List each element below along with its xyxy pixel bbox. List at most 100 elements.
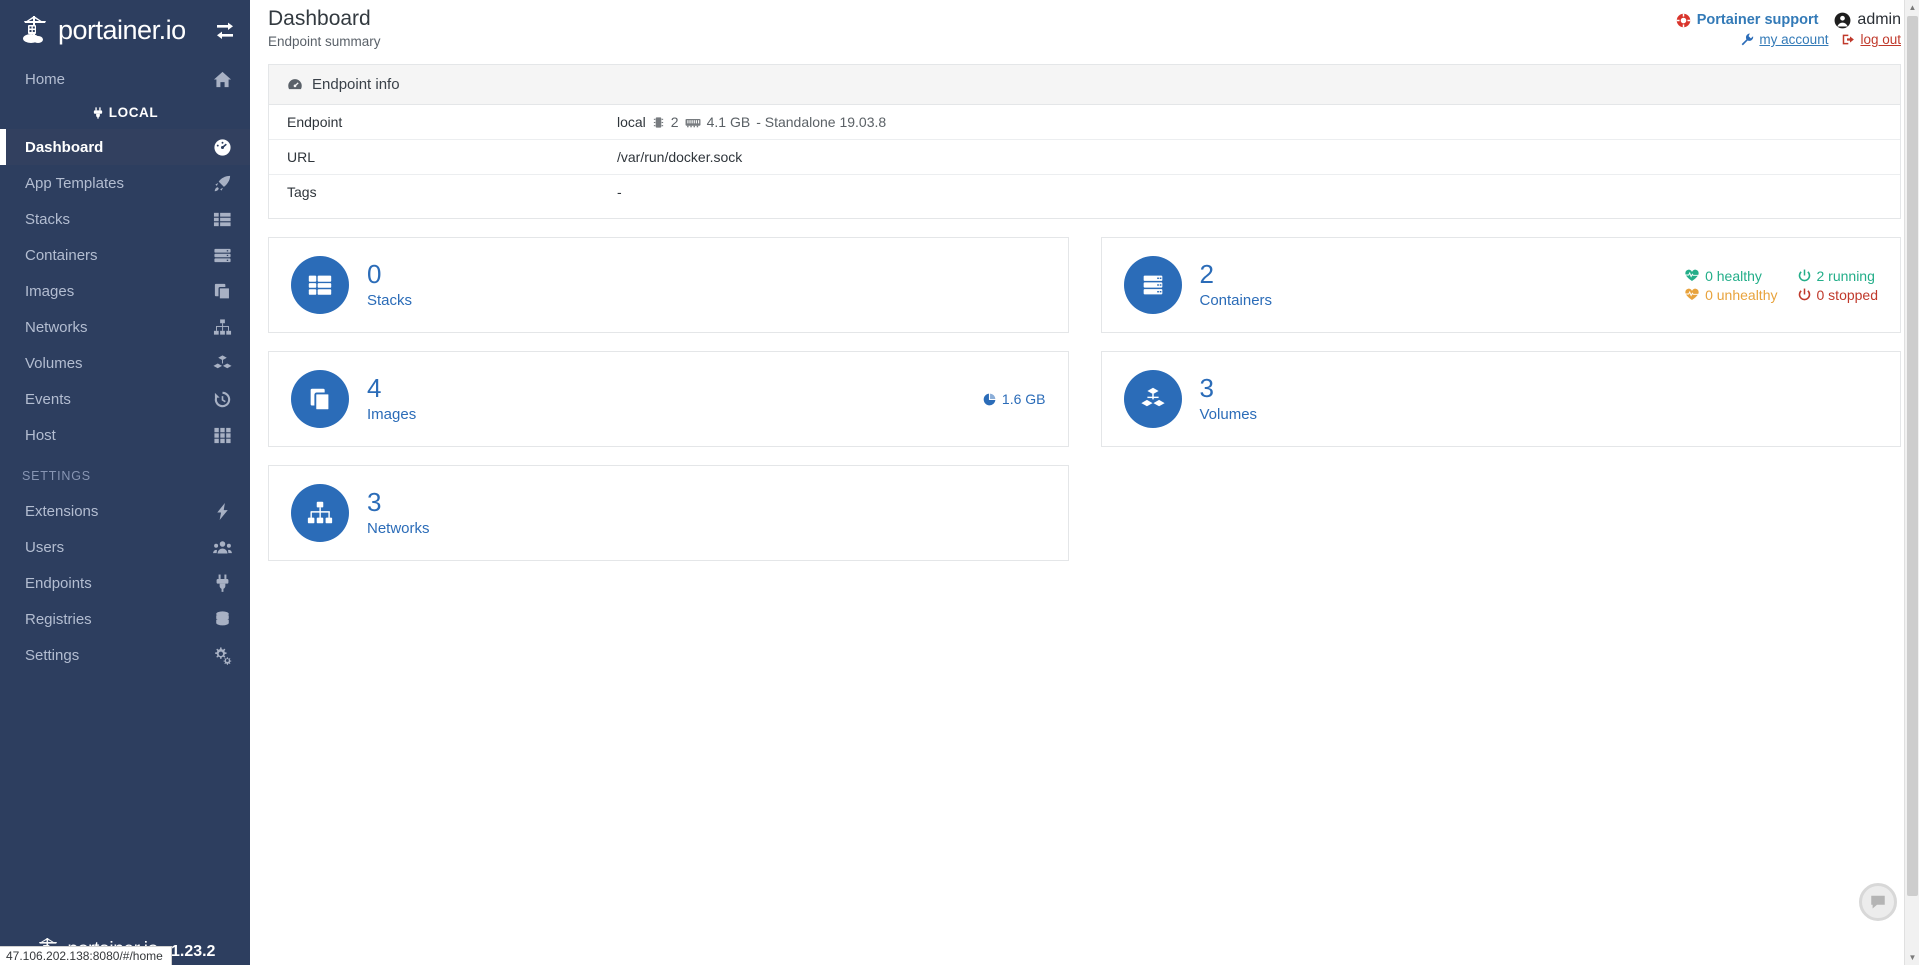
card-images[interactable]: 4 Images 1.6 GB [268,351,1069,447]
page-heading-block: Dashboard Endpoint summary [268,7,381,49]
pie-chart-icon [983,393,996,406]
card-networks[interactable]: 3 Networks [268,465,1069,561]
sidebar-item-endpoints[interactable]: Endpoints [0,565,250,601]
sidebar-item-label: Volumes [25,354,83,372]
portainer-support-link[interactable]: Portainer support [1676,12,1819,28]
sidebar-item-settings[interactable]: Settings [0,637,250,673]
card-stacks-count: 0 [367,258,382,289]
endpoint-row: Endpoint local 2 4.1 GB - Standalone 19.… [269,105,1900,140]
endpoint-name: local [617,114,646,130]
card-volumes-count: 3 [1199,372,1214,403]
my-account-link[interactable]: my account [1741,32,1828,47]
user-circle-icon [1834,12,1851,29]
portainer-whale-crane-logo-icon [18,13,52,47]
card-networks-label: Networks [367,520,430,538]
user-name: admin [1857,11,1901,28]
status-healthy: 0 healthy [1685,268,1777,284]
sidebar-item-label: Home [25,70,66,88]
sidebar-item-images[interactable]: Images [0,273,250,309]
sidebar-item-dashboard[interactable]: Dashboard [0,129,250,165]
card-volumes-text: 3 Volumes [1199,372,1258,423]
card-containers[interactable]: 2 Containers 0 healthy 2 running 0 unhea… [1100,237,1901,333]
scroll-down-arrow-icon[interactable]: ▼ [1905,950,1919,965]
sidebar-item-users[interactable]: Users [0,529,250,565]
database-icon [212,609,232,629]
status-running-label: 2 running [1816,267,1875,284]
sidebar-item-home[interactable]: Home [0,60,250,98]
top-right-line-1: Portainer support admin [1676,11,1901,29]
page-subtitle: Endpoint summary [268,34,381,50]
cpu-microchip-icon [652,116,665,129]
top-right-line-2: my account log out [1676,32,1901,47]
scrollbar-thumb[interactable] [1907,16,1918,896]
stacks-table-icon [212,209,232,229]
sidebar-item-host[interactable]: Host [0,417,250,453]
brand-name: portainer.io [58,14,186,45]
sidebar-settings-header: SETTINGS [22,469,91,483]
portainer-support-label: Portainer support [1696,12,1819,28]
networks-sitemap-icon [291,484,349,542]
power-icon [1798,269,1811,282]
card-images-count: 4 [367,372,382,403]
card-volumes[interactable]: 3 Volumes [1100,351,1901,447]
sidebar-item-label: Users [25,538,65,556]
volumes-cubes-icon [212,353,232,373]
cards-right-column: 2 Containers 0 healthy 2 running 0 unhea… [1100,237,1901,561]
sidebar-item-stacks[interactable]: Stacks [0,201,250,237]
power-icon [1798,288,1811,301]
events-history-icon [212,389,232,409]
images-copy-icon [291,370,349,428]
sidebar-section-label: LOCAL [108,105,159,120]
volumes-cubes-icon [1123,370,1182,428]
status-unhealthy: 0 unhealthy [1685,287,1778,303]
status-running: 2 running [1798,268,1879,284]
endpoint-info-panel: Endpoint info Endpoint local 2 4.1 GB - … [268,64,1901,219]
sidebar-item-label: Containers [25,246,98,264]
main-content: Dashboard Endpoint summary Portainer sup… [250,0,1919,965]
user-display[interactable]: admin [1834,11,1901,29]
plug-icon [212,573,232,593]
sidebar-section-local: LOCAL [0,98,250,129]
my-account-label: my account [1759,32,1829,47]
plug-icon [92,106,104,119]
card-containers-text: 2 Containers [1199,258,1273,309]
card-containers-count: 2 [1199,258,1214,289]
card-images-right: 1.6 GB [983,391,1046,407]
vertical-scrollbar[interactable]: ▲ ▼ [1904,0,1919,965]
tachometer-icon [287,77,303,93]
logout-link[interactable]: log out [1842,32,1901,47]
status-stopped-label: 0 stopped [1816,286,1879,303]
card-stacks[interactable]: 0 Stacks [268,237,1069,333]
sidebar-item-networks[interactable]: Networks [0,309,250,345]
card-containers-stats: 0 healthy 2 running 0 unhealthy 0 stoppe… [1685,268,1878,303]
url-row-key: URL [287,149,316,165]
tags-row: Tags - [269,175,1900,218]
tags-row-key: Tags [287,184,317,200]
sidebar-item-extensions[interactable]: Extensions [0,493,250,529]
brand-header[interactable]: portainer.io [0,0,250,60]
card-images-text: 4 Images [367,372,416,423]
scroll-up-arrow-icon[interactable]: ▲ [1905,0,1919,15]
card-stacks-text: 0 Stacks [367,258,412,309]
sidebar-item-label: Dashboard [25,138,104,156]
gears-icon [212,645,232,665]
chat-bubble-icon [1869,893,1887,911]
collapse-expand-icon[interactable] [214,19,236,41]
status-stopped: 0 stopped [1798,286,1879,303]
sidebar-item-registries[interactable]: Registries [0,601,250,637]
chat-widget-button[interactable] [1859,883,1897,921]
sidebar-item-label: Settings [25,646,80,664]
sidebar-item-containers[interactable]: Containers [0,237,250,273]
dashboard-cards: 0 Stacks 4 Images 1.6 GB 3 Networks 2 Co… [268,237,1901,561]
sidebar-item-app-templates[interactable]: App Templates [0,165,250,201]
memory-icon [685,116,701,129]
life-ring-icon [1676,13,1691,28]
sidebar-item-volumes[interactable]: Volumes [0,345,250,381]
tags-row-value: - [617,184,622,200]
heartbeat-icon [1685,288,1699,301]
dashboard-gauge-icon [212,137,232,157]
sidebar-item-events[interactable]: Events [0,381,250,417]
browser-status-url: 47.106.202.138:8080/#/home [0,946,172,965]
sidebar-item-label: Images [25,282,75,300]
